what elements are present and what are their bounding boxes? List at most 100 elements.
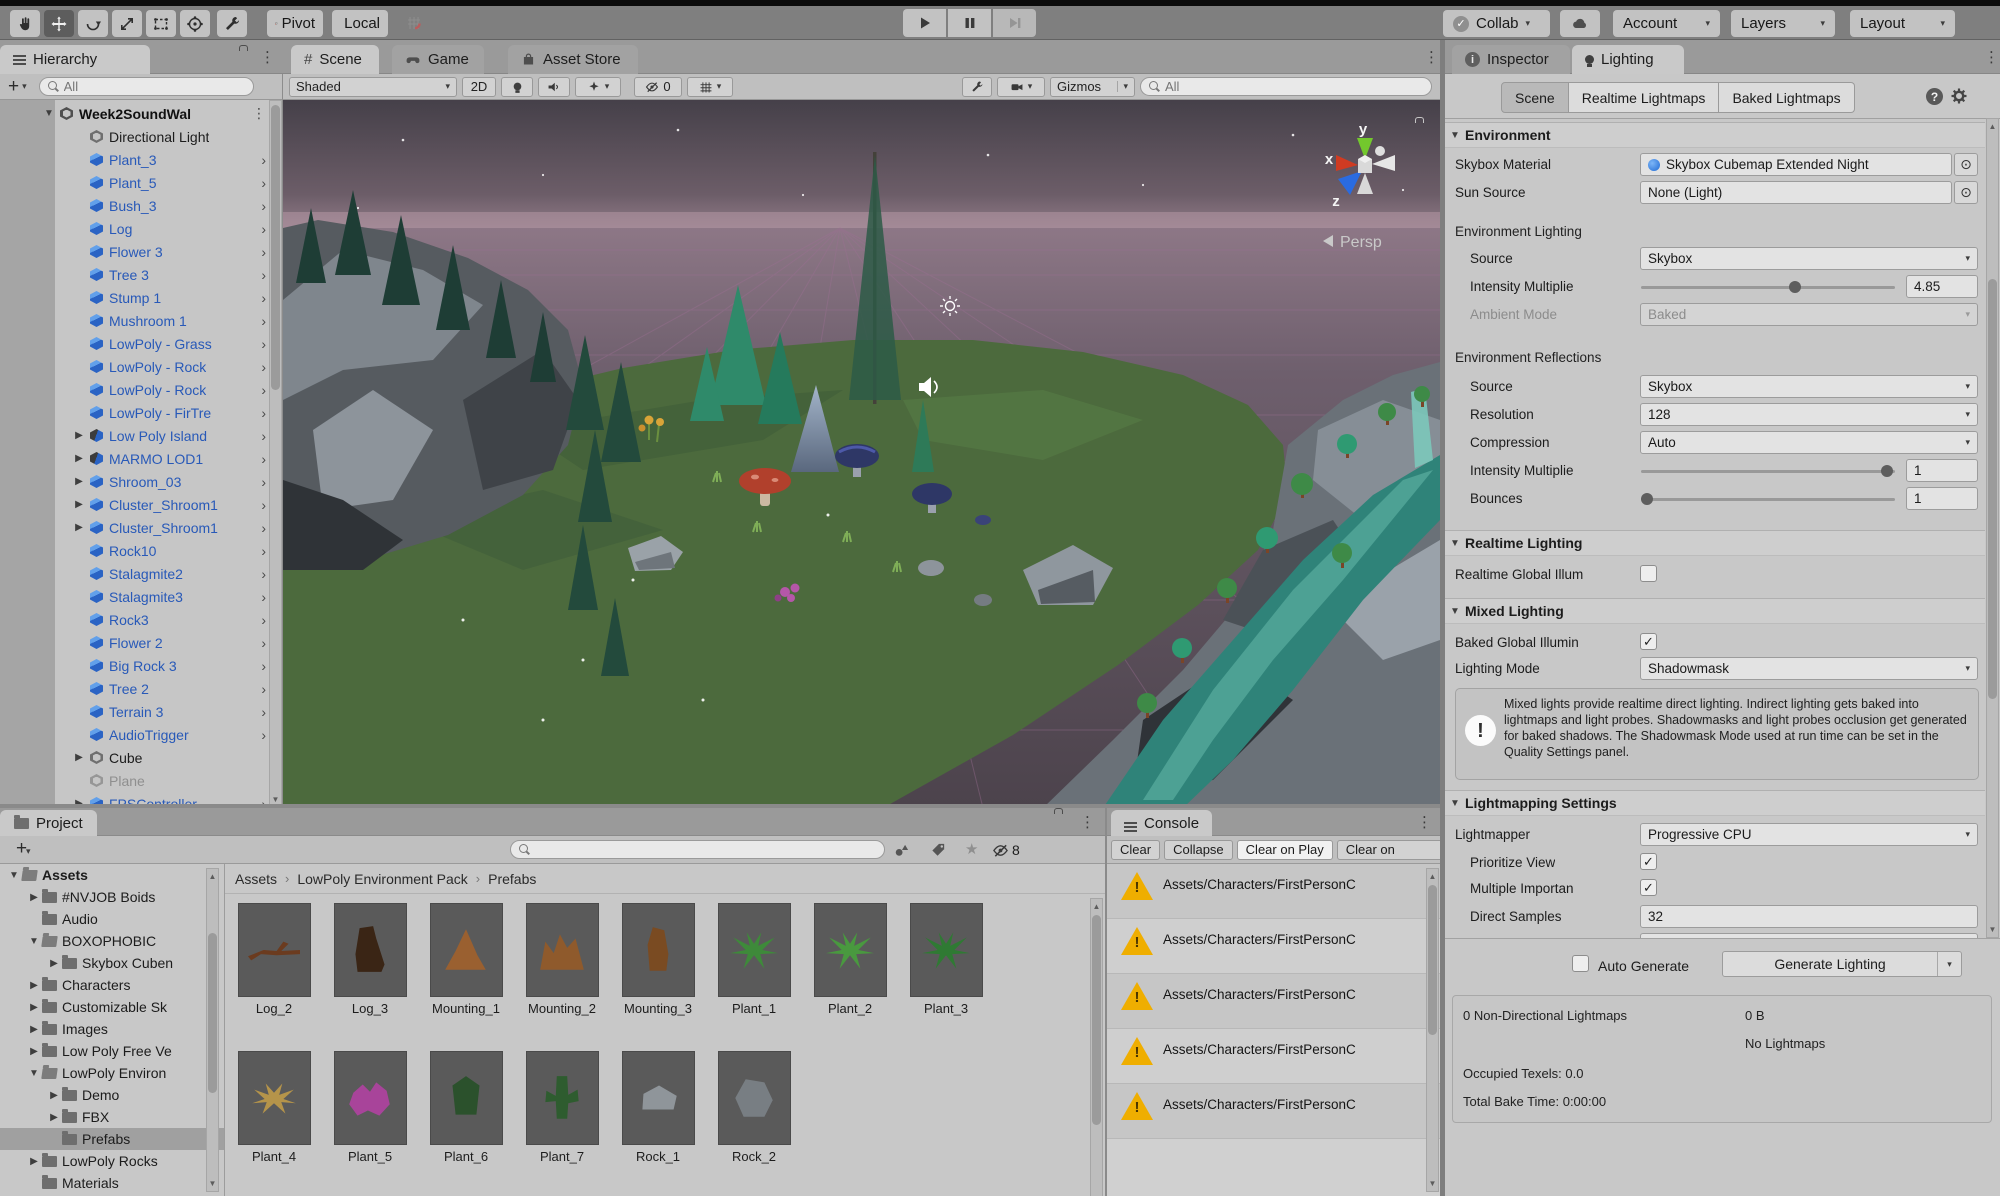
transform-tool-button[interactable] bbox=[180, 10, 210, 37]
filter-by-type-icon[interactable] bbox=[893, 842, 910, 859]
play-button[interactable] bbox=[903, 9, 946, 37]
pivot-toggle-button[interactable]: Pivot bbox=[267, 10, 323, 37]
expand-arrow-icon[interactable]: ▶ bbox=[26, 980, 42, 991]
lightmapping-settings-section-header[interactable]: ▼ Lightmapping Settings bbox=[1445, 790, 1985, 816]
clear-on-build-button[interactable]: Clear on bbox=[1337, 840, 1440, 860]
hierarchy-item[interactable]: ▶ Low Poly Island › bbox=[0, 424, 282, 447]
hierarchy-menu-icon[interactable]: ⋮ bbox=[260, 48, 275, 66]
prefab-chevron-icon[interactable]: › bbox=[261, 382, 266, 398]
folder-tree-item[interactable]: ▶ Characters bbox=[0, 974, 224, 996]
console-scrollbar[interactable]: ▲ ▼ bbox=[1426, 868, 1439, 1192]
console-warning-entry[interactable]: Assets/Characters/FirstPersonC bbox=[1107, 919, 1440, 974]
folder-tree-item[interactable]: ▶ FBX bbox=[0, 1106, 224, 1128]
hierarchy-item[interactable]: Bush_3 › bbox=[0, 194, 282, 217]
tab-console[interactable]: Console bbox=[1111, 810, 1212, 836]
multiple-importance-checkbox[interactable]: ✓ bbox=[1640, 879, 1657, 896]
foldout-icon[interactable]: ▼ bbox=[1450, 798, 1460, 809]
hierarchy-item[interactable]: Log › bbox=[0, 217, 282, 240]
expand-arrow-icon[interactable]: ▶ bbox=[68, 453, 90, 464]
intensity-slider[interactable] bbox=[1641, 286, 1895, 289]
create-object-button[interactable]: + bbox=[8, 77, 19, 96]
intensity-value-field[interactable]: 4.85 bbox=[1906, 275, 1978, 298]
prefab-chevron-icon[interactable]: › bbox=[261, 543, 266, 559]
custom-tool-button[interactable] bbox=[217, 10, 247, 37]
cloud-button[interactable] bbox=[1560, 10, 1600, 37]
scale-tool-button[interactable] bbox=[112, 10, 142, 37]
prefab-item[interactable]: Log_3 bbox=[327, 904, 413, 1016]
clear-button[interactable]: Clear bbox=[1111, 840, 1160, 860]
persp-label[interactable]: Persp bbox=[1340, 234, 1382, 251]
clear-on-play-button[interactable]: Clear on Play bbox=[1237, 840, 1333, 860]
axis-x-label[interactable]: x bbox=[1325, 151, 1334, 168]
local-toggle-button[interactable]: Local bbox=[332, 10, 388, 37]
filter-by-label-icon[interactable] bbox=[930, 842, 947, 859]
expand-arrow-icon[interactable]: ▶ bbox=[46, 1112, 62, 1123]
hierarchy-item[interactable]: Rock10 › bbox=[0, 539, 282, 562]
collab-button[interactable]: ✓ Collab ▾ bbox=[1443, 10, 1550, 37]
hierarchy-item[interactable]: LowPoly - Rock › bbox=[0, 355, 282, 378]
collapse-button[interactable]: Collapse bbox=[1164, 840, 1233, 860]
scene-tools-button[interactable] bbox=[962, 77, 992, 97]
folder-tree-item[interactable]: ▶ #NVJOB Boids bbox=[0, 886, 224, 908]
scene-camera-dropdown[interactable]: ▾ bbox=[997, 77, 1045, 97]
console-warning-entry[interactable]: Assets/Characters/FirstPersonC bbox=[1107, 1029, 1440, 1084]
tab-hierarchy[interactable]: Hierarchy bbox=[0, 45, 150, 74]
hierarchy-item[interactable]: Mushroom 1 › bbox=[0, 309, 282, 332]
sun-source-field[interactable]: None (Light) bbox=[1640, 181, 1952, 204]
expand-arrow-icon[interactable]: ▶ bbox=[46, 1090, 62, 1101]
hierarchy-item[interactable]: Big Rock 3 › bbox=[0, 654, 282, 677]
hierarchy-item[interactable]: Stalagmite2 › bbox=[0, 562, 282, 585]
favorites-star-icon[interactable]: ★ bbox=[965, 840, 978, 858]
prefab-chevron-icon[interactable]: › bbox=[261, 520, 266, 536]
prefab-item[interactable]: Plant_4 bbox=[231, 1052, 317, 1164]
compression-dropdown[interactable]: Auto▾ bbox=[1640, 431, 1978, 454]
expand-arrow-icon[interactable]: ▶ bbox=[26, 1046, 42, 1057]
prefab-chevron-icon[interactable]: › bbox=[261, 405, 266, 421]
lighting-menu-icon[interactable]: ⋮ bbox=[1984, 48, 1999, 66]
expand-arrow-icon[interactable]: ▶ bbox=[68, 430, 90, 441]
scrollbar-thumb[interactable] bbox=[1988, 279, 1997, 699]
scene-3d-render[interactable]: y x z Persp bbox=[283, 100, 1440, 808]
hierarchy-item[interactable]: ▶ MARMO LOD1 › bbox=[0, 447, 282, 470]
draw-mode-dropdown[interactable]: Shaded ▾ bbox=[289, 77, 457, 97]
prefab-chevron-icon[interactable]: › bbox=[261, 635, 266, 651]
bounces-slider[interactable] bbox=[1641, 498, 1895, 501]
subtab-baked-lightmaps[interactable]: Baked Lightmaps bbox=[1719, 82, 1854, 113]
hierarchy-item[interactable]: Flower 2 › bbox=[0, 631, 282, 654]
scrollbar-thumb[interactable] bbox=[208, 933, 217, 1093]
axis-y-label[interactable]: y bbox=[1359, 121, 1368, 138]
prioritize-view-checkbox[interactable]: ✓ bbox=[1640, 853, 1657, 870]
hierarchy-item[interactable]: AudioTrigger › bbox=[0, 723, 282, 746]
prefab-chevron-icon[interactable]: › bbox=[261, 474, 266, 490]
hierarchy-item[interactable]: ▶ Cluster_Shroom1 › bbox=[0, 493, 282, 516]
realtime-gi-checkbox[interactable] bbox=[1640, 565, 1657, 582]
scroll-up-icon[interactable]: ▲ bbox=[1091, 902, 1102, 911]
lightmapper-dropdown[interactable]: Progressive CPU▾ bbox=[1640, 823, 1978, 846]
hierarchy-item[interactable]: ▶ Shroom_03 › bbox=[0, 470, 282, 493]
prefab-chevron-icon[interactable]: › bbox=[261, 359, 266, 375]
scene-audio-toggle[interactable] bbox=[538, 77, 570, 97]
prefab-chevron-icon[interactable]: › bbox=[261, 290, 266, 306]
scrollbar-thumb[interactable] bbox=[271, 105, 280, 390]
rect-tool-button[interactable] bbox=[146, 10, 176, 37]
console-warning-entry[interactable]: Assets/Characters/FirstPersonC bbox=[1107, 1084, 1440, 1139]
breadcrumb-assets[interactable]: Assets bbox=[235, 871, 277, 887]
folder-tree-item[interactable]: ▶ Images bbox=[0, 1018, 224, 1040]
prefab-item[interactable]: Rock_1 bbox=[615, 1052, 701, 1164]
hierarchy-item[interactable]: ▶ Cluster_Shroom1 › bbox=[0, 516, 282, 539]
environment-section-header[interactable]: ▼ Environment bbox=[1445, 122, 1985, 148]
prefab-chevron-icon[interactable]: › bbox=[261, 175, 266, 191]
scene-search-input[interactable] bbox=[1165, 79, 1423, 94]
hierarchy-item[interactable]: LowPoly - Rock › bbox=[0, 378, 282, 401]
breadcrumb-pack[interactable]: LowPoly Environment Pack bbox=[297, 871, 467, 887]
hierarchy-item[interactable]: Tree 3 › bbox=[0, 263, 282, 286]
expand-arrow-icon[interactable]: ▶ bbox=[26, 1002, 42, 1013]
prefab-chevron-icon[interactable]: › bbox=[261, 428, 266, 444]
subtab-scene[interactable]: Scene bbox=[1501, 82, 1569, 113]
expand-arrow-icon[interactable]: ▶ bbox=[68, 752, 90, 763]
prefab-item[interactable]: Plant_3 bbox=[903, 904, 989, 1016]
hierarchy-item[interactable]: Plant_3 › bbox=[0, 148, 282, 171]
prefab-chevron-icon[interactable]: › bbox=[261, 589, 266, 605]
foldout-icon[interactable]: ▼ bbox=[1450, 130, 1460, 141]
prefab-chevron-icon[interactable]: › bbox=[261, 267, 266, 283]
